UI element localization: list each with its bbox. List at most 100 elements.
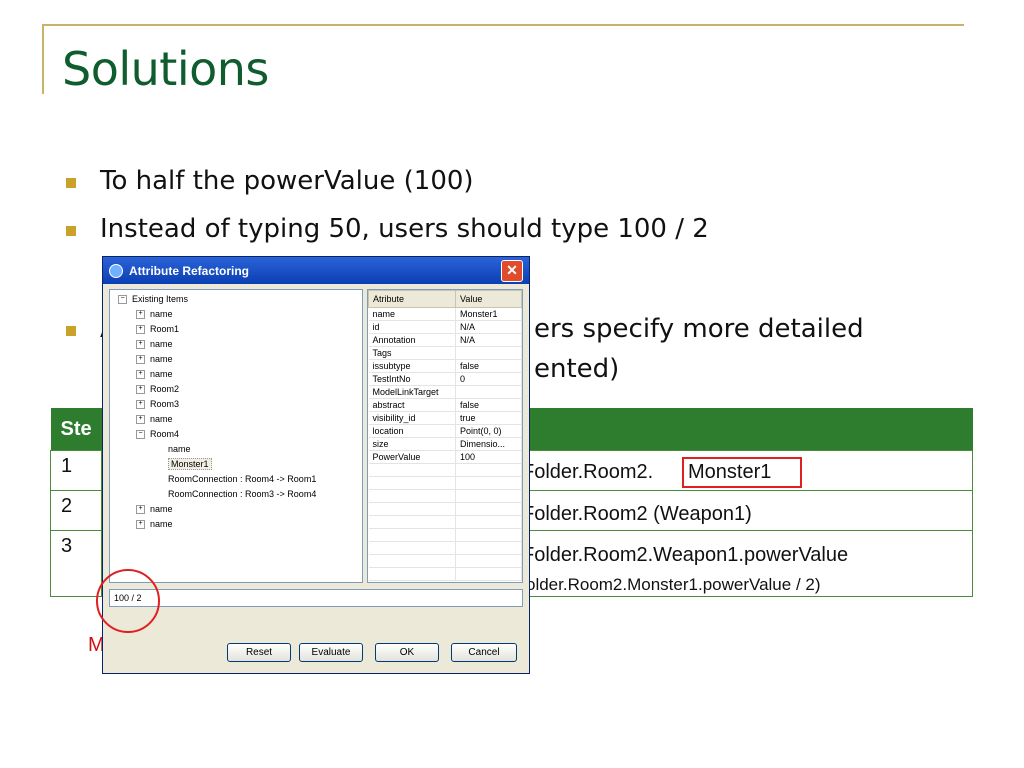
attribute-row[interactable] <box>368 554 522 568</box>
attribute-refactoring-dialog: Attribute Refactoring ✕ − Existing Items +… <box>102 256 530 674</box>
attribute-value <box>455 541 522 555</box>
attribute-name <box>368 463 456 477</box>
ok-button[interactable]: OK <box>375 643 439 662</box>
app-icon <box>109 263 123 278</box>
attribute-value: N/A <box>455 320 522 334</box>
tree-item-label: Room4 <box>150 429 180 439</box>
attribute-name: name <box>368 307 456 321</box>
tree-item[interactable]: RoomConnection : Room4 -> Room1 <box>168 472 316 486</box>
attribute-row[interactable] <box>368 515 522 529</box>
attribute-name: ModelLinkTarget <box>368 385 456 399</box>
tree-item[interactable]: + name <box>136 307 173 321</box>
attribute-row[interactable] <box>368 528 522 542</box>
attribute-row[interactable]: TestIntNo 0 <box>368 372 522 386</box>
attribute-name <box>368 528 456 542</box>
attribute-name: PowerValue <box>368 450 456 464</box>
tree-item[interactable]: + Room2 <box>136 382 179 396</box>
input-highlight-circle <box>96 569 160 633</box>
expand-icon[interactable]: + <box>136 400 145 410</box>
attribute-row[interactable]: visibility_id true <box>368 411 522 425</box>
tree-item-label: name <box>150 414 173 424</box>
reset-button[interactable]: Reset <box>227 643 291 662</box>
attribute-row[interactable] <box>368 567 522 581</box>
attribute-name: issubtype <box>368 359 456 373</box>
tree-item-label: Existing Items <box>132 294 189 304</box>
attribute-row[interactable] <box>368 489 522 503</box>
tree-item-label: Monster1 <box>168 458 212 470</box>
attribute-row[interactable]: id N/A <box>368 320 522 334</box>
attribute-value: 0 <box>455 372 522 386</box>
tree-item-label: name <box>150 354 173 364</box>
code-text: older.Room2.Monster1.powerValue / 2) <box>526 575 821 594</box>
expand-icon[interactable]: + <box>136 520 145 530</box>
attribute-value <box>455 515 522 529</box>
tree-item[interactable]: name <box>168 442 191 456</box>
attribute-row[interactable]: Tags <box>368 346 522 360</box>
attribute-row[interactable]: location Point(0, 0) <box>368 424 522 438</box>
attribute-row[interactable]: size Dimensio... <box>368 437 522 451</box>
cancel-button[interactable]: Cancel <box>451 643 517 662</box>
expand-icon[interactable]: + <box>136 355 145 365</box>
attribute-table[interactable]: Atribute Value name Monster1 id N/A Annotati… <box>367 289 523 583</box>
tree-item[interactable]: − Room4 <box>136 427 179 441</box>
tree-item[interactable]: − Existing Items <box>118 292 188 306</box>
tree-item[interactable]: + name <box>136 352 173 366</box>
expand-icon[interactable]: + <box>136 385 145 395</box>
expand-icon[interactable]: + <box>136 415 145 425</box>
tree-item-label: Room3 <box>150 399 180 409</box>
attribute-name: location <box>368 424 456 438</box>
expand-icon[interactable]: + <box>136 325 145 335</box>
collapse-icon[interactable]: − <box>136 430 145 440</box>
attribute-value: 100 <box>455 450 522 464</box>
evaluate-button[interactable]: Evaluate <box>299 643 363 662</box>
attribute-value <box>455 463 522 477</box>
tree-item[interactable]: + name <box>136 502 173 516</box>
attribute-value <box>455 528 522 542</box>
attribute-row[interactable]: PowerValue 100 <box>368 450 522 464</box>
tree-item[interactable]: + Room1 <box>136 322 179 336</box>
dialog-title-bar[interactable]: Attribute Refactoring ✕ <box>103 257 529 284</box>
tree-item-label: name <box>168 444 191 454</box>
attribute-row[interactable]: abstract false <box>368 398 522 412</box>
tree-item-label: Room2 <box>150 384 180 394</box>
close-icon[interactable]: ✕ <box>501 259 523 282</box>
attribute-name: TestIntNo <box>368 372 456 386</box>
attribute-name: abstract <box>368 398 456 412</box>
collapse-icon[interactable]: − <box>118 295 127 305</box>
column-header-attribute: Atribute <box>368 290 456 308</box>
attribute-value <box>455 476 522 490</box>
bullet-marker <box>66 178 76 188</box>
attribute-row[interactable] <box>368 502 522 516</box>
expand-icon[interactable]: + <box>136 370 145 380</box>
tree-item[interactable]: + name <box>136 412 173 426</box>
tree-item[interactable]: + Room3 <box>136 397 179 411</box>
attribute-row[interactable] <box>368 476 522 490</box>
attribute-table-header: Atribute Value <box>368 290 522 308</box>
expression-input[interactable]: 100 / 2 <box>109 589 523 607</box>
attribute-row[interactable]: ModelLinkTarget <box>368 385 522 399</box>
attribute-row[interactable]: name Monster1 <box>368 307 522 321</box>
code-text: Folder.Room2.Weapon1.powerValue <box>522 544 849 566</box>
step-cell: 3 <box>50 530 102 597</box>
tree-item[interactable]: RoomConnection : Room3 -> Room4 <box>168 487 316 501</box>
tree-item-label: name <box>150 504 173 514</box>
attribute-value <box>455 554 522 568</box>
items-tree[interactable]: − Existing Items + name + Room1 + name + name + nam… <box>109 289 363 583</box>
attribute-row[interactable] <box>368 541 522 555</box>
attribute-value: false <box>455 398 522 412</box>
expand-icon[interactable]: + <box>136 340 145 350</box>
attribute-row[interactable]: issubtype false <box>368 359 522 373</box>
attribute-value: N/A <box>455 333 522 347</box>
attribute-name <box>368 554 456 568</box>
tree-item-label: name <box>150 519 173 529</box>
tree-item[interactable]: + name <box>136 517 173 531</box>
expand-icon[interactable]: + <box>136 310 145 320</box>
expand-icon[interactable]: + <box>136 505 145 515</box>
tree-item[interactable]: + name <box>136 367 173 381</box>
tree-item[interactable]: + name <box>136 337 173 351</box>
attribute-value: Monster1 <box>455 307 522 321</box>
column-header-value: Value <box>455 290 522 308</box>
attribute-row[interactable]: Annotation N/A <box>368 333 522 347</box>
tree-item[interactable]: Monster1 <box>168 457 212 471</box>
attribute-row[interactable] <box>368 463 522 477</box>
